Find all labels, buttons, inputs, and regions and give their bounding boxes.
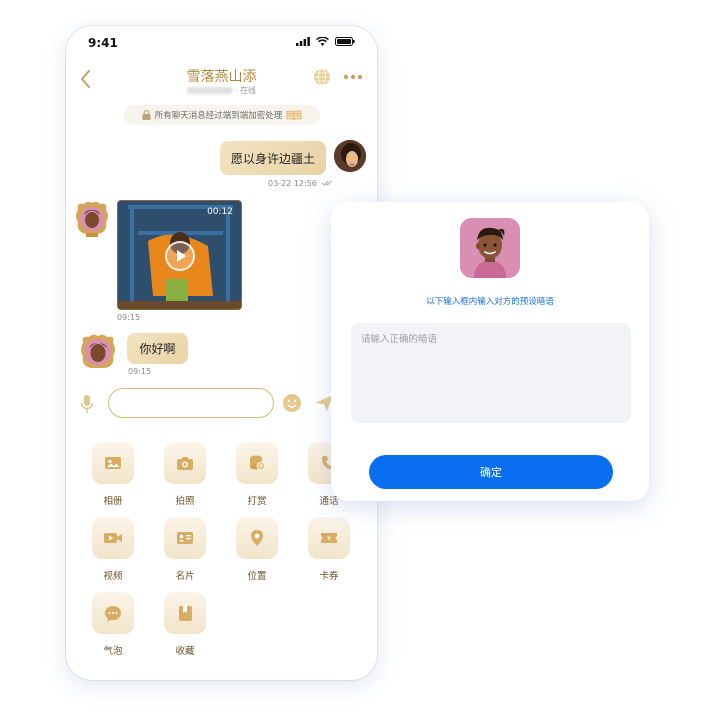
- coins-icon: ¥: [250, 455, 266, 471]
- tool-camera-label: 拍照: [175, 496, 195, 507]
- business-card-icon: [177, 532, 193, 544]
- encryption-notice: 所有聊天消息经过端到端加密处理: [124, 105, 320, 125]
- my-message-timestamp: 03-22 12:56: [268, 179, 317, 188]
- svg-text:¥: ¥: [327, 536, 331, 543]
- tool-camera[interactable]: 拍照: [162, 442, 208, 507]
- video-icon: [104, 533, 122, 543]
- bookmark-icon: [178, 605, 192, 621]
- tool-tip[interactable]: ¥ 打赏: [234, 442, 280, 507]
- book-icon: [286, 110, 302, 120]
- signal-icon: [296, 37, 310, 46]
- status-time: 9:41: [88, 36, 118, 50]
- confirm-button[interactable]: 确定: [369, 455, 613, 489]
- my-message-text: 愿以身许边疆土: [230, 151, 315, 166]
- dialog-avatar-image: [460, 218, 520, 278]
- contact-avatar[interactable]: [74, 200, 110, 240]
- status-bar: 9:41: [66, 26, 377, 60]
- video-message[interactable]: 00:12: [117, 200, 242, 310]
- tool-video-label: 视频: [103, 571, 123, 582]
- lock-icon: [142, 110, 151, 120]
- passphrase-dialog: 以下输入框内输入对方的预设暗语 请输入正确的暗语 确定: [331, 202, 649, 501]
- tool-coupon[interactable]: ¥ 卡券: [306, 517, 352, 582]
- tool-coupon-label: 卡券: [319, 571, 339, 582]
- tool-tip-label: 打赏: [247, 496, 267, 507]
- tool-album-label: 相册: [103, 496, 123, 507]
- dialog-avatar: [460, 218, 520, 278]
- my-avatar[interactable]: [334, 140, 366, 172]
- chat-header: 雪落燕山添 · 在线: [66, 62, 377, 106]
- my-avatar-image: [334, 140, 366, 172]
- read-check-icon: [322, 180, 333, 186]
- svg-text:¥: ¥: [259, 464, 263, 470]
- microphone-icon[interactable]: [80, 394, 94, 414]
- encryption-text: 所有聊天消息经过端到端加密处理: [154, 111, 283, 121]
- tool-video[interactable]: 视频: [90, 517, 136, 582]
- tool-album[interactable]: 相册: [90, 442, 136, 507]
- contact-message-time: 09:15: [128, 367, 152, 376]
- blurred-contact-id: [186, 87, 233, 94]
- tool-favorites[interactable]: 收藏: [162, 592, 208, 657]
- screen: 9:41 雪落燕山添 · 在线 所有聊天消息经过端到端加密处理 愿以身许边疆土: [0, 0, 720, 720]
- passphrase-placeholder: 请输入正确的暗语: [361, 334, 438, 345]
- contact-avatar-2[interactable]: [78, 332, 118, 372]
- wifi-icon: [316, 37, 329, 46]
- video-message-time: 09:15: [117, 313, 141, 322]
- video-duration: 00:12: [207, 207, 233, 217]
- photo-album-icon: [105, 457, 121, 469]
- online-status: · 在线: [234, 86, 257, 95]
- tool-bubble[interactable]: 气泡: [90, 592, 136, 657]
- contact-avatar-image-2: [81, 334, 115, 368]
- passphrase-hint: 以下输入框内输入对方的预设暗语: [426, 297, 554, 307]
- tool-card[interactable]: 名片: [162, 517, 208, 582]
- tool-card-label: 名片: [175, 571, 195, 582]
- more-options-icon[interactable]: [343, 74, 363, 80]
- contact-message-bubble[interactable]: 你好啊: [127, 333, 188, 364]
- tool-bubble-label: 气泡: [103, 646, 123, 657]
- confirm-button-label: 确定: [480, 466, 502, 479]
- emoji-icon[interactable]: [282, 393, 302, 413]
- contact-status: · 在线: [66, 85, 377, 96]
- play-icon: [177, 250, 186, 262]
- status-icons: [296, 37, 355, 46]
- camera-icon: [177, 456, 193, 470]
- my-message-bubble[interactable]: 愿以身许边疆土: [220, 141, 326, 175]
- contact-avatar-image: [76, 201, 108, 237]
- tool-favorites-label: 收藏: [175, 646, 195, 657]
- my-message-time: 03-22 12:56: [268, 179, 334, 188]
- globe-icon[interactable]: [313, 68, 331, 86]
- play-button[interactable]: [165, 241, 195, 271]
- tool-location[interactable]: 位置: [234, 517, 280, 582]
- bubble-icon: [105, 605, 121, 621]
- location-icon: [251, 530, 263, 546]
- battery-icon: [335, 37, 355, 46]
- message-input[interactable]: [108, 388, 274, 418]
- passphrase-input[interactable]: 请输入正确的暗语: [351, 323, 631, 423]
- coupon-icon: ¥: [321, 533, 337, 543]
- contact-message-text: 你好啊: [139, 342, 176, 356]
- tool-location-label: 位置: [247, 571, 267, 582]
